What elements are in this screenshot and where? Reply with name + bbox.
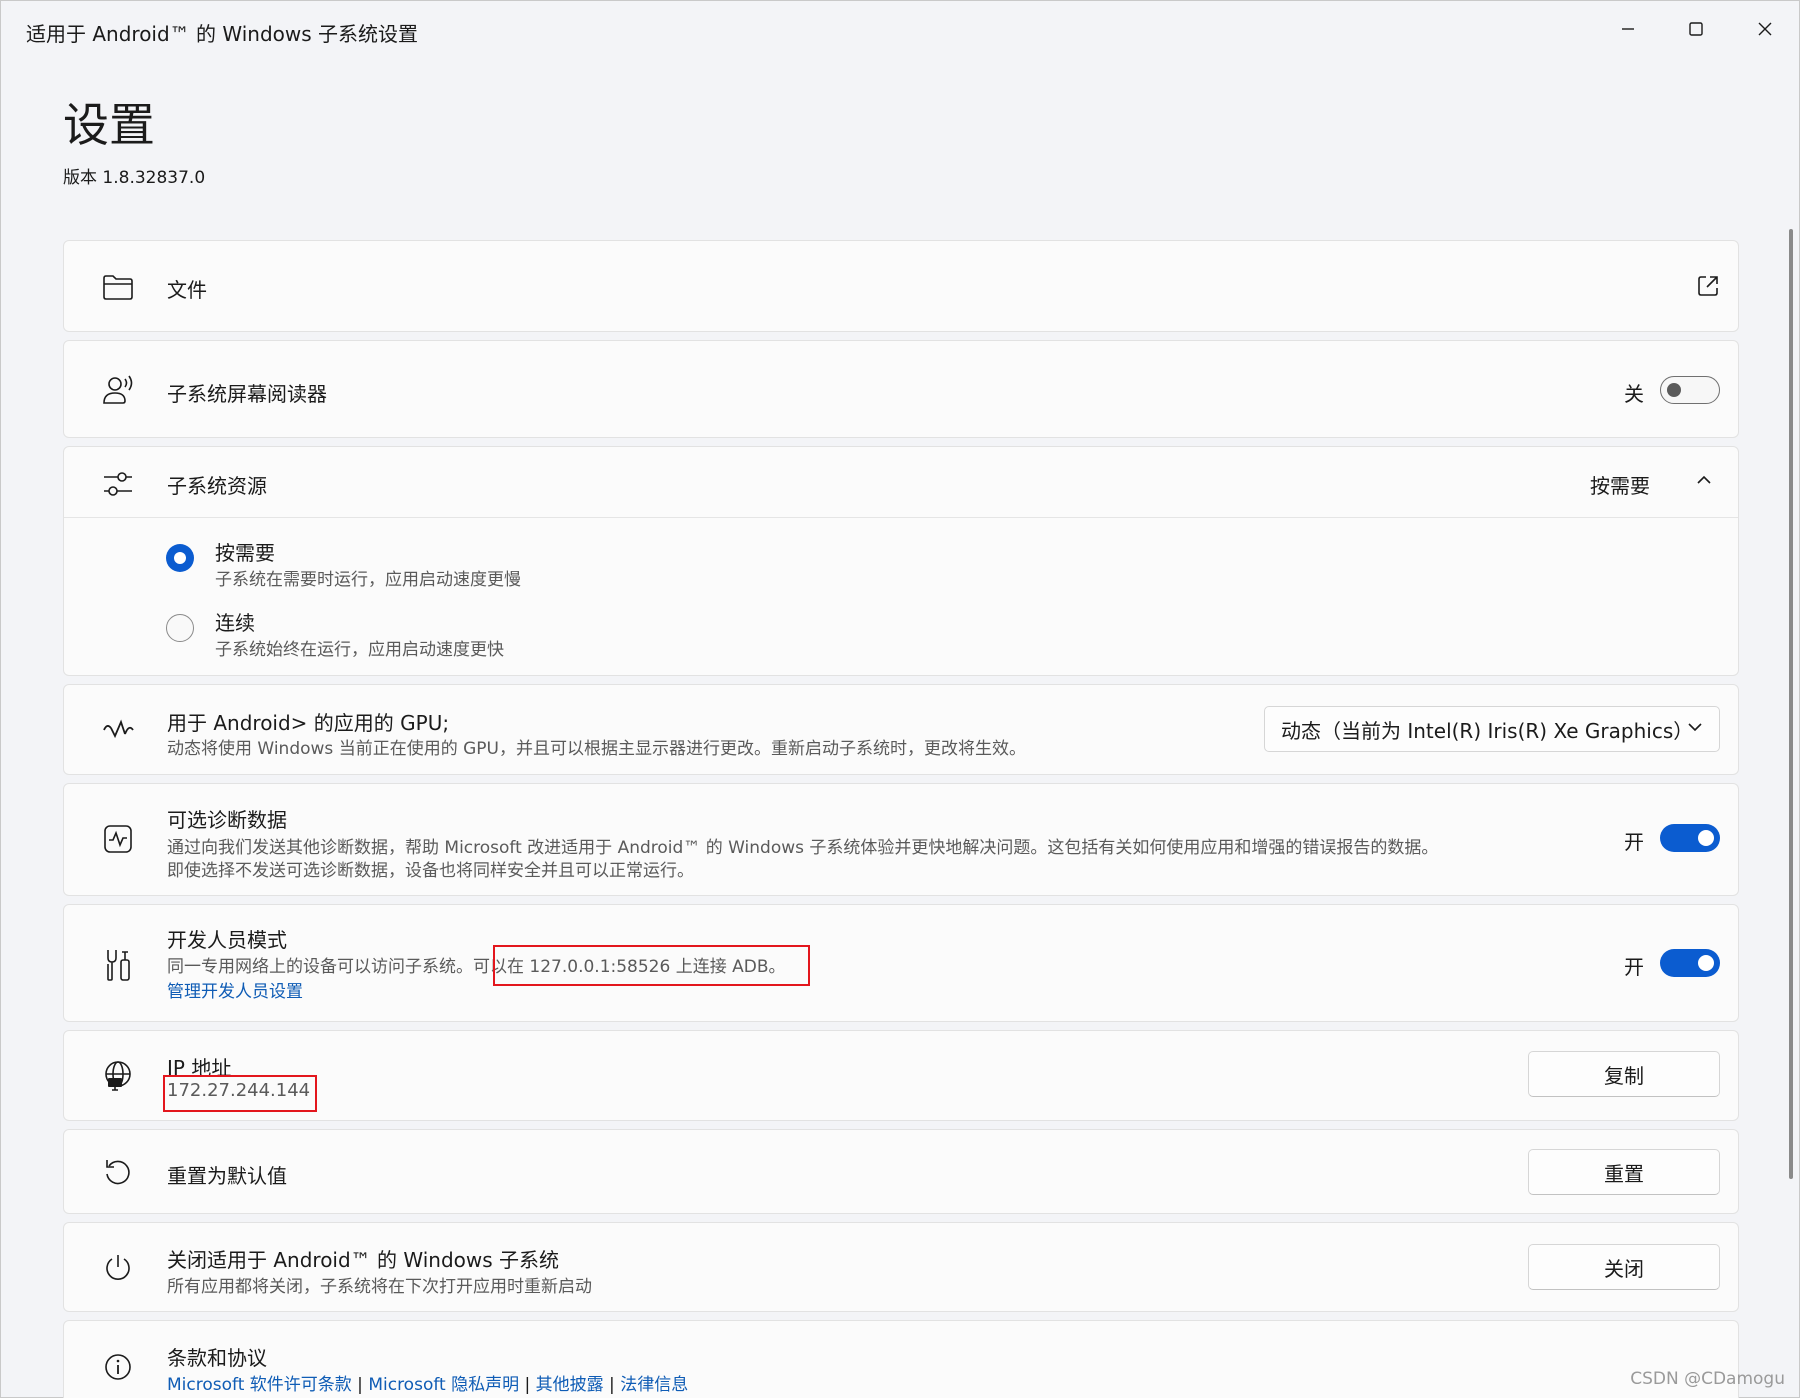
resources-card: 子系统资源 按需要 按需要 子系统在需要时运行，应用启动速度更慢 连续 子系统始…: [63, 446, 1739, 676]
screen-reader-icon: [100, 372, 136, 408]
developer-card: 开发人员模式 同一专用网络上的设备可以访问子系统。可以在 127.0.0.1:5…: [63, 904, 1739, 1022]
reset-label: 重置为默认值: [167, 1164, 287, 1188]
screen-reader-toggle[interactable]: [1660, 376, 1720, 404]
gpu-dropdown[interactable]: 动态（当前为 Intel(R) Iris(R) Xe Graphics）: [1264, 706, 1720, 752]
diagnostics-card: 可选诊断数据 通过向我们发送其他诊断数据，帮助 Microsoft 改进适用于 …: [63, 783, 1739, 896]
highlight-box-adb: [493, 945, 810, 986]
developer-desc: 同一专用网络上的设备可以访问子系统。: [167, 957, 473, 977]
gpu-desc: 动态将使用 Windows 当前正在使用的 GPU，并且可以根据主显示器进行更改…: [167, 739, 1026, 759]
settings-window: 适用于 Android™ 的 Windows 子系统设置 设置 版本 1.8.3…: [0, 0, 1800, 1398]
shutdown-card: 关闭适用于 Android™ 的 Windows 子系统 所有应用都将关闭，子系…: [63, 1222, 1739, 1312]
developer-toggle[interactable]: [1660, 949, 1720, 977]
radio-on-demand[interactable]: [166, 544, 194, 572]
chevron-down-icon: [1687, 719, 1703, 735]
highlight-box-ip: [163, 1075, 317, 1112]
reset-card: 重置为默认值 重置: [63, 1129, 1739, 1214]
manage-developer-settings-link[interactable]: 管理开发人员设置: [167, 977, 303, 1002]
reset-icon: [100, 1154, 136, 1190]
copy-button[interactable]: 复制: [1528, 1051, 1720, 1097]
link-separator: |: [351, 1375, 369, 1395]
link-separator: |: [519, 1375, 536, 1395]
diagnostics-desc-line1: 通过向我们发送其他诊断数据，帮助 Microsoft 改进适用于 Android…: [167, 838, 1439, 858]
divider: [64, 517, 1738, 518]
link-separator: |: [603, 1375, 621, 1395]
resources-selected: 按需要: [1590, 474, 1650, 498]
radio-label-continuous: 连续: [215, 611, 255, 635]
legal-information-link[interactable]: 法律信息: [620, 1375, 688, 1395]
radio-continuous[interactable]: [166, 614, 194, 642]
screen-reader-card: 子系统屏幕阅读器 关: [63, 340, 1739, 438]
window-title: 适用于 Android™ 的 Windows 子系统设置: [26, 22, 419, 46]
open-external-icon[interactable]: [1696, 274, 1720, 298]
page-title: 设置: [63, 98, 155, 152]
resources-label: 子系统资源: [167, 474, 267, 498]
gauge-icon: [100, 712, 136, 748]
radio-label-on-demand: 按需要: [215, 541, 275, 565]
watermark: CSDN @CDamogu: [1630, 1369, 1785, 1389]
terms-label: 条款和协议: [167, 1346, 267, 1370]
gpu-dropdown-value: 动态（当前为 Intel(R) Iris(R) Xe Graphics）: [1281, 718, 1694, 743]
developer-tools-icon: [100, 947, 136, 983]
developer-label: 开发人员模式: [167, 928, 287, 952]
version-text: 版本 1.8.32837.0: [63, 168, 206, 188]
reset-button[interactable]: 重置: [1528, 1149, 1720, 1195]
gpu-label: 用于 Android> 的应用的 GPU;: [167, 711, 450, 735]
info-icon: [100, 1349, 136, 1385]
diagnostics-state: 开: [1624, 830, 1644, 854]
screen-reader-state: 关: [1624, 382, 1644, 406]
globe-network-icon: [100, 1058, 136, 1094]
title-bar: 适用于 Android™ 的 Windows 子系统设置: [1, 1, 1799, 59]
screen-reader-label: 子系统屏幕阅读器: [167, 382, 327, 406]
close-icon[interactable]: [1737, 11, 1793, 47]
files-card[interactable]: 文件: [63, 240, 1739, 332]
radio-desc-on-demand: 子系统在需要时运行，应用启动速度更慢: [215, 570, 521, 590]
files-label: 文件: [167, 278, 207, 302]
diagnostics-desc-line2: 即使选择不发送可选诊断数据，设备也将同样安全并且可以正常运行。: [167, 861, 694, 881]
gpu-card: 用于 Android> 的应用的 GPU; 动态将使用 Windows 当前正在…: [63, 684, 1739, 775]
pulse-monitor-icon: [100, 821, 136, 857]
power-icon: [100, 1250, 136, 1286]
terms-links: Microsoft 软件许可条款 | Microsoft 隐私声明 | 其他披露…: [167, 1370, 688, 1395]
diagnostics-toggle[interactable]: [1660, 824, 1720, 852]
privacy-statement-link[interactable]: Microsoft 隐私声明: [368, 1375, 519, 1395]
license-terms-link[interactable]: Microsoft 软件许可条款: [167, 1375, 352, 1395]
minimize-icon[interactable]: [1600, 11, 1656, 47]
shutdown-desc: 所有应用都将关闭，子系统将在下次打开应用时重新启动: [167, 1277, 592, 1297]
shutdown-label: 关闭适用于 Android™ 的 Windows 子系统: [167, 1248, 560, 1272]
diagnostics-label: 可选诊断数据: [167, 808, 287, 832]
sliders-icon: [100, 466, 136, 502]
folder-icon: [100, 269, 136, 305]
maximize-icon[interactable]: [1668, 11, 1724, 47]
developer-state: 开: [1624, 955, 1644, 979]
chevron-up-icon[interactable]: [1696, 472, 1712, 488]
radio-desc-continuous: 子系统始终在运行，应用启动速度更快: [215, 640, 504, 660]
other-disclosures-link[interactable]: 其他披露: [536, 1375, 604, 1395]
vertical-scrollbar[interactable]: [1789, 229, 1793, 1179]
terms-card: 条款和协议 Microsoft 软件许可条款 | Microsoft 隐私声明 …: [63, 1320, 1739, 1398]
shutdown-button[interactable]: 关闭: [1528, 1244, 1720, 1290]
